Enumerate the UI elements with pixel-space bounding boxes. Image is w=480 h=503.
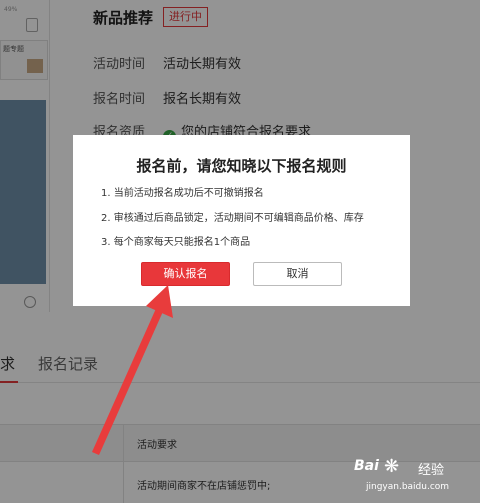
signup-rules-dialog: 报名前，请您知晓以下报名规则 1. 当前活动报名成功后不可撤销报名 2. 审核通…: [73, 135, 410, 306]
watermark-url: jingyan.baidu.com: [366, 482, 450, 492]
confirm-signup-button[interactable]: 确认报名: [141, 262, 230, 286]
rule-item: 2. 审核通过后商品锁定，活动期间不可编辑商品价格、库存: [101, 213, 364, 224]
rule-item: 1. 当前活动报名成功后不可撤销报名: [101, 188, 264, 199]
cancel-button[interactable]: 取消: [253, 262, 342, 286]
watermark-brand-cn: 经验: [418, 463, 445, 478]
rule-item: 3. 每个商家每天只能报名1个商品: [101, 237, 251, 248]
paw-icon: ❋: [384, 456, 400, 477]
baidu-watermark: Bai ❋ 经验 jingyan.baidu.com: [354, 456, 472, 498]
watermark-brand: Bai: [354, 458, 379, 474]
dialog-title: 报名前，请您知晓以下报名规则: [136, 157, 347, 175]
